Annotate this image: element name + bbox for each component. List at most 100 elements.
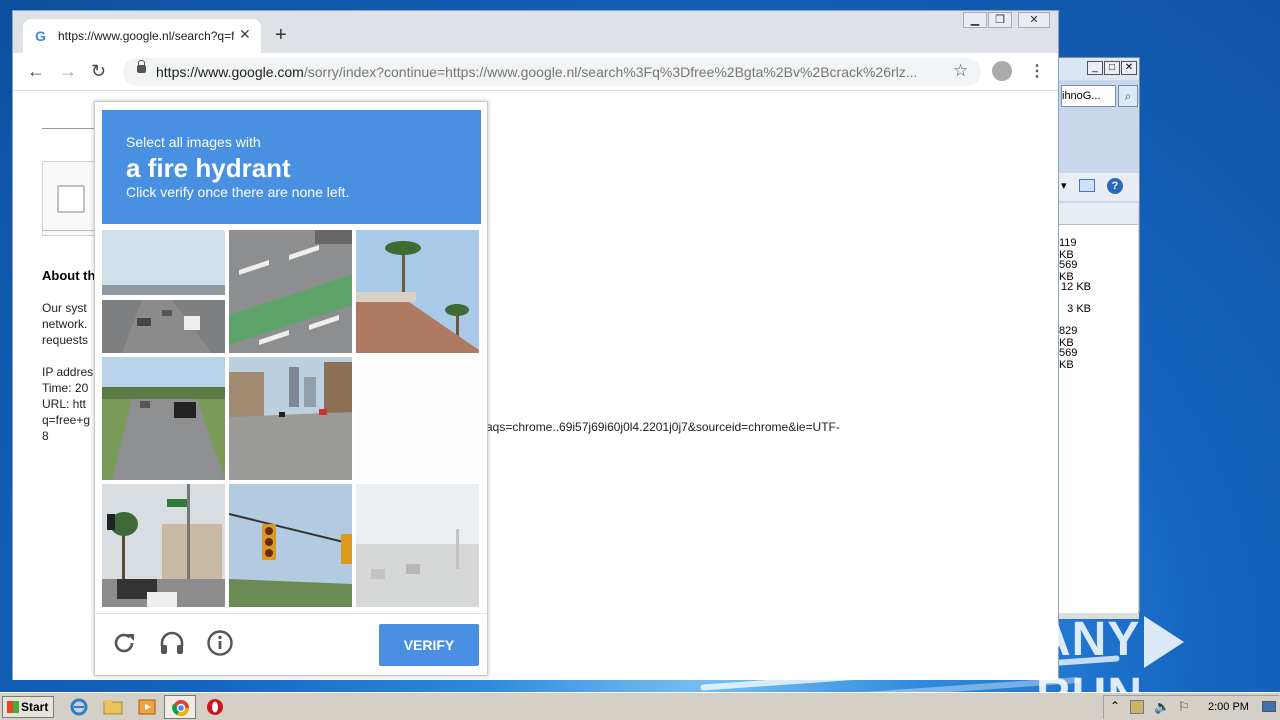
instruction-line1: Select all images with [126,134,261,150]
captcha-tile[interactable] [356,230,479,353]
maximize-button[interactable]: □ [1104,61,1120,75]
action-center-flag-icon[interactable]: ⚐ [1178,699,1190,715]
forward-icon[interactable]: → [59,61,77,82]
browser-tab[interactable]: G https://www.google.nl/search?q=fr ✕ [23,19,261,53]
windows-flag-icon [7,701,19,713]
captcha-footer: VERIFY [95,613,487,675]
tile-image-traffic-light [229,484,352,607]
captcha-tile[interactable] [102,357,225,480]
file-size: 829 KB [1059,325,1078,349]
captcha-tile-empty[interactable] [356,357,479,480]
volume-icon[interactable]: 🔈 [1154,699,1170,715]
captcha-instructions: Select all images with a fire hydrant Cl… [102,110,481,224]
preview-pane-icon[interactable] [1079,179,1095,192]
url-text[interactable]: https://www.google.com/sorry/index?conti… [156,64,946,80]
url-host: https://www.google.com [156,64,304,80]
tab-strip: G https://www.google.nl/search?q=fr ✕ + … [13,11,1058,53]
tab-title: https://www.google.nl/search?q=fr [58,29,234,43]
reload-icon[interactable]: ↻ [91,61,106,82]
divider [42,128,102,129]
play-logo-icon [1144,616,1185,669]
captcha-tile[interactable] [229,230,352,353]
instruction-line3: Click verify once there are none left. [126,184,350,200]
info-line: Time: 20 [42,381,89,395]
explanation-line: Our syst [42,301,87,315]
watermark-left: ANY [1036,613,1141,666]
restore-button[interactable]: ❐ [988,12,1012,28]
new-tab-icon[interactable]: + [275,24,287,47]
explanation-line: network. [42,317,88,331]
captcha-tile-fading[interactable] [356,484,479,607]
minimize-button[interactable]: _ [1087,61,1103,75]
back-icon[interactable]: ← [27,61,45,82]
column-header[interactable] [1059,203,1138,225]
opera-icon[interactable] [204,697,226,717]
chrome-icon [172,700,190,717]
audio-icon[interactable] [157,628,187,658]
file-size: 119 KB [1059,237,1077,261]
instruction-target: a fire hydrant [126,153,291,183]
captcha-challenge: Select all images with a fire hydrant Cl… [94,101,488,676]
captcha-tile[interactable] [102,230,225,353]
explanation-line: requests [42,333,89,347]
tile-image-bike-lane [229,230,352,353]
profile-avatar-icon[interactable] [992,61,1012,81]
file-size: 569 KB [1059,259,1078,283]
anyrun-watermark: ANY RUN [1036,612,1280,692]
internet-explorer-icon[interactable] [68,697,90,717]
google-favicon-icon: G [35,28,46,44]
file-size: 12 KB [1061,281,1091,293]
explorer-folder-icon[interactable] [102,697,124,717]
start-button[interactable]: Start [2,696,54,718]
url-tail-text: aqs=chrome..69i57j69i60j0l4.2201j0j7&sou… [486,420,840,434]
file-list: 119 KB 569 KB 12 KB 3 KB 829 KB 569 KB [1059,225,1138,615]
tile-image-road-fading [356,484,479,607]
explorer-window[interactable]: _ □ ✕ ihnoG... ⌕ ▾ ? 119 KB 569 KB 12 KB… [1058,57,1140,619]
info-line: 8 [42,429,49,443]
close-button[interactable]: ✕ [1018,12,1050,28]
info-line: IP addres [42,365,94,379]
dropdown-icon[interactable]: ▾ [1061,179,1067,192]
bookmark-star-icon[interactable]: ☆ [953,61,968,81]
recaptcha-widget [42,161,102,236]
tile-image-city-street [229,357,352,480]
captcha-tile[interactable] [229,484,352,607]
desktop: _ □ ✕ ihnoG... ⌕ ▾ ? 119 KB 569 KB 12 KB… [0,0,1280,692]
explorer-address-field[interactable]: ihnoG... [1061,85,1116,107]
explorer-titlebar[interactable]: _ □ ✕ [1059,58,1139,80]
address-bar[interactable]: https://www.google.com/sorry/index?conti… [123,58,981,86]
captcha-tile[interactable] [229,357,352,480]
taskbar: Start ⌃ 🔈 ⚐ 2:00 PM [0,692,1280,720]
show-hidden-icons-icon[interactable]: ⌃ [1110,699,1120,713]
menu-kebab-icon[interactable]: ⋮ [1029,61,1045,81]
minimize-button[interactable]: ▁ [963,12,987,28]
about-heading: About th [42,268,96,283]
info-icon[interactable] [205,628,235,658]
close-button[interactable]: ✕ [1121,61,1137,75]
search-icon[interactable]: ⌕ [1118,85,1138,107]
explorer-toolbar: ▾ ? [1059,173,1139,201]
tile-image-palm-roof [356,230,479,353]
clock[interactable]: 2:00 PM [1208,701,1249,713]
system-tray: ⌃ 🔈 ⚐ [1103,695,1279,719]
reload-icon[interactable] [109,628,139,658]
media-player-icon[interactable] [136,697,158,717]
verify-button[interactable]: VERIFY [379,624,479,666]
url-path: /sorry/index?continue=https://www.google… [303,64,918,80]
network-icon[interactable] [1130,700,1144,714]
close-tab-icon[interactable]: ✕ [239,26,251,43]
info-line: URL: htt [42,397,87,411]
help-icon[interactable]: ? [1107,178,1123,194]
info-line: q=free+g [42,413,91,427]
lock-icon [137,60,146,73]
file-size: 3 KB [1067,303,1091,315]
chrome-taskbar-button[interactable] [164,695,196,719]
watermark-right: RUN [1036,669,1143,692]
recaptcha-checkbox[interactable] [57,185,85,213]
tile-image-road [102,357,225,480]
tile-image-intersection [102,484,225,607]
divider [42,230,102,231]
start-label: Start [21,700,49,714]
show-desktop-icon[interactable] [1262,701,1276,712]
captcha-tile[interactable] [102,484,225,607]
